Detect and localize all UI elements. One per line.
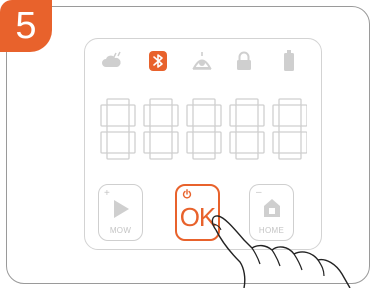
rain-icon <box>101 51 123 71</box>
play-icon <box>112 199 130 219</box>
battery-icon <box>283 50 295 72</box>
power-icon <box>182 189 192 199</box>
step-badge: 5 <box>0 0 52 52</box>
minus-modifier: – <box>256 187 262 198</box>
pointing-hand-icon <box>200 212 372 288</box>
mow-button[interactable]: + MOW <box>98 184 143 241</box>
segment-digit <box>186 98 222 160</box>
instruction-illustration: 5 + MOW OK – HOME <box>0 0 380 290</box>
segment-digit <box>229 98 265 160</box>
bluetooth-icon <box>149 51 167 71</box>
segment-digit <box>143 98 179 160</box>
mow-button-label: MOW <box>109 226 132 235</box>
lock-icon <box>235 51 253 71</box>
segment-digit <box>100 98 136 160</box>
robot-icon <box>191 50 213 72</box>
segment-display <box>99 97 307 161</box>
plus-modifier: + <box>104 188 110 199</box>
segment-digit <box>272 98 307 160</box>
